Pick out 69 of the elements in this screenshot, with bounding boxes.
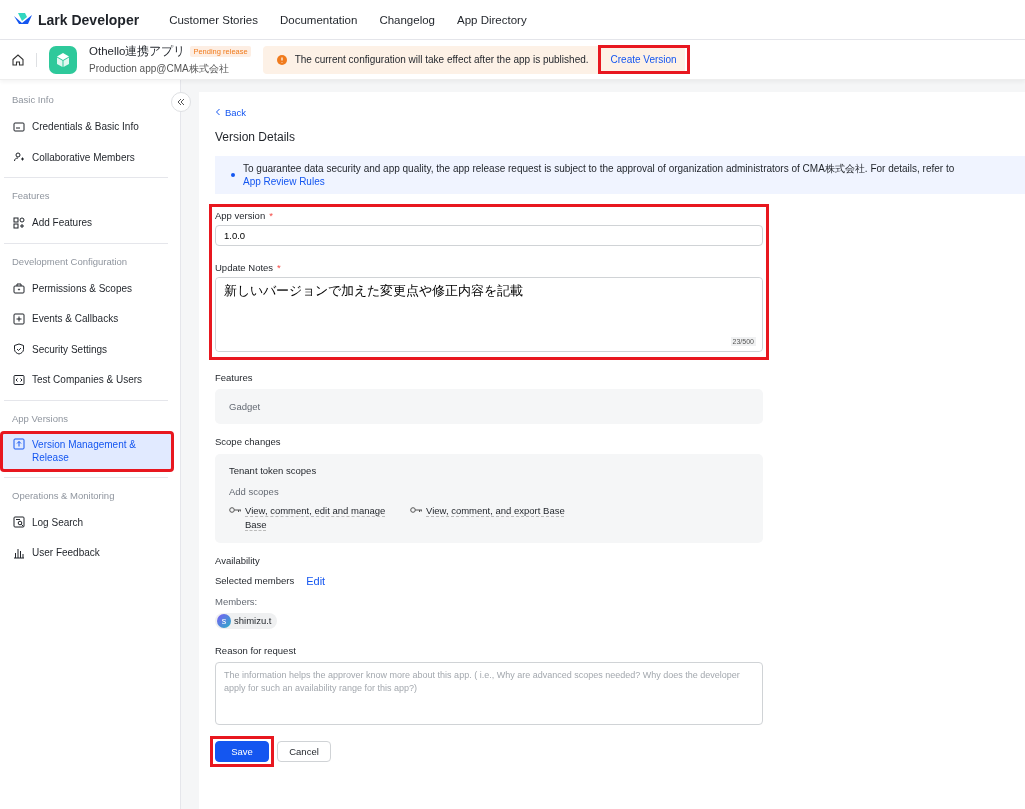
app-icon	[49, 45, 77, 74]
back-link[interactable]: Back	[215, 106, 247, 118]
lark-logo-icon	[14, 13, 32, 26]
nav-link[interactable]: App Directory	[457, 13, 527, 26]
sidebar-section-title: Operations & Monitoring	[11, 488, 116, 503]
sidebar-item[interactable]: Events & Callbacks	[0, 304, 174, 334]
version-input[interactable]: 1.0.0	[215, 225, 763, 246]
required-mark: *	[277, 262, 281, 273]
scope-sublabel: Add scopes	[229, 486, 280, 497]
edit-link[interactable]: Edit	[306, 574, 326, 587]
nav-link[interactable]: Changelog	[379, 13, 435, 26]
nav-link[interactable]: Customer Stories	[169, 13, 258, 26]
member-name: shimizu.t	[234, 615, 272, 627]
app-subtitle: Production app@CMA株式会社	[89, 61, 230, 76]
sidebar-item[interactable]: User Feedback	[0, 538, 174, 568]
availability-mode: Selected members	[215, 575, 295, 587]
collapse-button[interactable]	[171, 92, 191, 112]
sidebar-item[interactable]: Version Management & Release	[0, 430, 174, 472]
nav-link[interactable]: Documentation	[280, 13, 358, 26]
grid-plus-icon	[13, 216, 25, 229]
sidebar-item[interactable]: Add Features	[0, 208, 174, 238]
section-label: Scope changes	[215, 436, 281, 447]
cancel-button[interactable]: Cancel	[277, 740, 331, 762]
warning-icon	[276, 54, 287, 65]
scope-group-title: Tenant token scopes	[229, 465, 318, 476]
info-text: To guarantee data security and app quality, the app release request is subject to the approval of organization administrators of CMA株式会社. For details, refer to App Review Rules	[243, 162, 956, 188]
sidebar-section-title: Basic Info	[11, 93, 55, 107]
sidebar-item[interactable]: Security Settings	[0, 334, 174, 364]
sidebar-item[interactable]: Test Companies & Users	[0, 365, 174, 395]
log-icon	[13, 516, 25, 529]
page-title: Version Details	[215, 130, 297, 144]
field-label: App version	[215, 210, 266, 221]
card-icon	[13, 120, 25, 133]
sidebar-section-title: Development Configuration	[11, 254, 129, 269]
sidebar-item[interactable]: Permissions & Scopes	[0, 273, 174, 303]
chevron-left-icon	[215, 108, 221, 116]
required-mark: *	[269, 210, 273, 221]
key-icon	[410, 506, 423, 514]
sidebar-section-title: Features	[11, 189, 51, 203]
double-chevron-icon	[177, 98, 185, 106]
save-button[interactable]: Save	[215, 740, 269, 762]
section-label: Features	[215, 372, 253, 383]
home-icon[interactable]	[12, 53, 24, 66]
field-label: Update Notes	[215, 262, 274, 273]
review-rules-link[interactable]: App Review Rules	[243, 176, 325, 187]
members-label: Members:	[215, 595, 259, 607]
sidebar-item[interactable]: Credentials & Basic Info	[0, 112, 174, 142]
shield-icon	[13, 343, 25, 356]
create-version-button[interactable]: Create Version	[602, 50, 685, 69]
feature-name: Gadget	[229, 401, 262, 412]
brand-name: Lark Developer	[38, 11, 140, 28]
avatar: s	[217, 613, 231, 628]
code-box-icon	[13, 373, 25, 386]
scope-name: View, comment, edit and manage Base	[245, 504, 387, 532]
scope-name: View, comment, and export Base	[426, 504, 565, 518]
sidebar-section-title: App Versions	[11, 411, 69, 426]
sidebar-item[interactable]: Collaborative Members	[0, 142, 174, 172]
sidebar-item[interactable]: Log Search	[0, 507, 174, 537]
section-label: Availability	[215, 554, 260, 566]
notice-text: The current configuration will take effect after the app is published.	[294, 54, 589, 65]
lock-box-icon	[13, 282, 25, 295]
key-icon	[229, 506, 242, 514]
upload-box-icon	[13, 437, 25, 450]
section-label: Reason for request	[215, 644, 296, 656]
bars-icon	[13, 546, 25, 559]
user-plus-icon	[13, 151, 25, 164]
app-name: Othello連携アプリ	[89, 43, 186, 59]
plus-box-icon	[13, 312, 25, 325]
reason-textarea[interactable]: The information helps the approver know more about this app. ( i.e., Why are advanced scopes needed? Why does the developer apply for such an availability range for this app?)	[215, 661, 763, 725]
